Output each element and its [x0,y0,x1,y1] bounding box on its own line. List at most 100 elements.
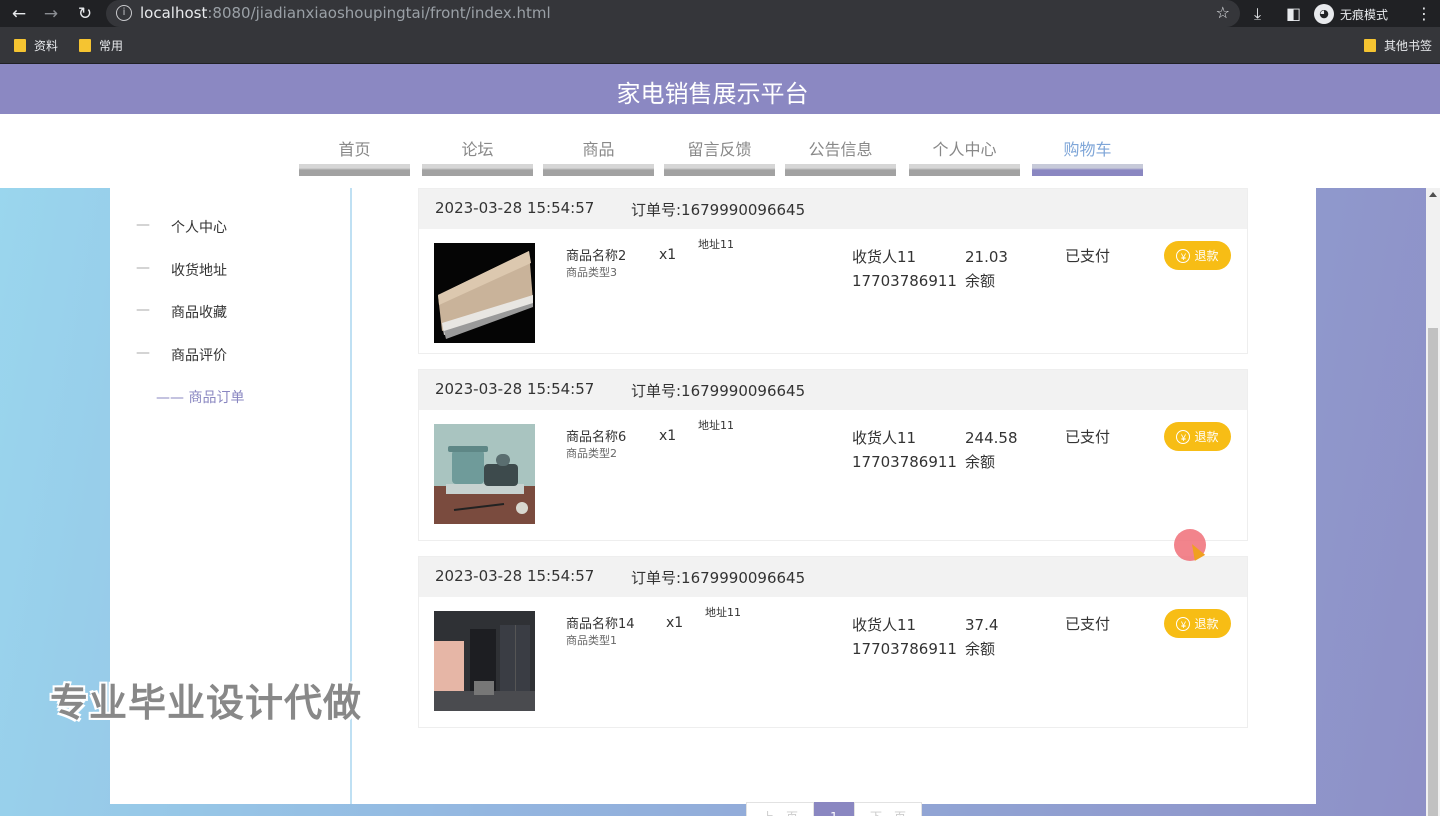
price: 37.4 [965,616,999,634]
nav-profile[interactable]: 个人中心 [909,114,1020,176]
sidepanel-icon[interactable]: ◧ [1286,3,1301,25]
order-card: 2023-03-28 15:54:57 订单号:1679990096645 商品… [418,369,1248,541]
page-number-button[interactable]: 1 [814,802,854,816]
nav-cart[interactable]: 购物车 [1032,114,1143,176]
bookmark-label: 常用 [99,39,124,53]
pay-method: 余额 [965,453,996,471]
order-status: 已支付 [1065,247,1111,265]
address-bar[interactable]: i localhost:8080/jiadianxiaoshoupingtai/… [106,0,1240,27]
site-title: 家电销售展示平台 [616,80,809,108]
dash-marker: — [136,217,150,233]
sidebar-item-label: 商品收藏 [171,305,227,321]
nav-label: 个人中心 [932,140,997,159]
receiver-info: 收货人11 17703786911 [852,426,957,474]
url-text: localhost:8080/jiadianxiaoshoupingtai/fr… [140,4,551,22]
menu-icon[interactable]: ⋮ [1416,3,1432,25]
product-name: 商品名称2 [566,249,627,264]
scrollbar-thumb[interactable] [1428,328,1438,816]
order-status: 已支付 [1065,615,1111,633]
pay-method: 余额 [965,272,996,290]
receiver-info: 收货人11 17703786911 [852,245,957,293]
reload-icon[interactable]: ↻ [74,3,96,25]
product-name: 商品名称14 [566,617,635,632]
nav-forum[interactable]: 论坛 [422,114,533,176]
scroll-up-arrow-icon[interactable] [1429,192,1437,197]
folder-icon [79,39,91,52]
back-icon[interactable]: ← [8,3,30,25]
download-icon[interactable]: ⤓ [1254,3,1261,25]
refund-button[interactable]: ¥ 退款 [1164,422,1231,451]
nav-underline [909,164,1020,176]
bookmark-star-icon[interactable]: ☆ [1216,3,1230,22]
browser-toolbar: ← → ↻ i localhost:8080/jiadianxiaoshoupi… [0,0,1440,27]
nav-notices[interactable]: 公告信息 [785,114,896,176]
order-time: 2023-03-28 15:54:57 [435,380,595,398]
price: 244.58 [965,429,1018,447]
refund-button[interactable]: ¥ 退款 [1164,241,1231,270]
dash-marker: — [136,260,150,276]
sidebar-item-label: 个人中心 [171,220,227,236]
receiver-phone: 17703786911 [852,640,957,658]
nav-underline [299,164,410,176]
nav-products[interactable]: 商品 [543,114,654,176]
other-bookmarks[interactable]: 其他书签 [1364,37,1432,54]
sidebar-item-favorites[interactable]: — 商品收藏 [110,302,350,326]
address: 地址11 [705,606,741,619]
site-info-icon[interactable]: i [116,5,132,21]
order-number: 订单号:1679990096645 [631,382,806,400]
nav-label: 商品 [582,140,615,159]
nav-label: 留言反馈 [687,140,752,159]
nav-label: 论坛 [461,140,494,159]
price-info: 21.03 余额 [965,245,1008,293]
nav-feedback[interactable]: 留言反馈 [664,114,775,176]
active-label: 商品订单 [188,390,245,406]
receiver-name: 收货人11 [852,429,917,447]
order-card: 2023-03-28 15:54:57 订单号:1679990096645 商品… [418,556,1248,728]
order-card: 2023-03-28 15:54:57 订单号:1679990096645 商品… [418,188,1248,354]
bookmark-folder[interactable]: 常用 [79,37,123,54]
prev-page-button[interactable]: 上一页 [746,802,814,816]
sidebar-item-address[interactable]: — 收货地址 [110,260,350,284]
refund-button[interactable]: ¥ 退款 [1164,609,1231,638]
sidebar-item-orders[interactable]: —— 商品订单 [110,387,350,411]
page-scrollbar[interactable] [1426,188,1440,816]
price-info: 244.58 余额 [965,426,1018,474]
folder-icon [14,39,26,52]
product-type: 商品类型1 [566,634,617,647]
nav-underline [422,164,533,176]
page-content: 家电销售展示平台 首页 论坛 商品 留言反馈 公告信息 个人中心 购物车 — 个人… [0,64,1440,816]
sidebar-item-reviews[interactable]: — 商品评价 [110,345,350,369]
sidebar-item-label: 商品评价 [171,348,227,364]
order-header: 2023-03-28 15:54:57 订单号:1679990096645 [419,370,1247,410]
incognito-indicator[interactable]: ◕ 无痕模式 [1314,3,1388,25]
dash-marker: — [136,302,150,318]
price-info: 37.4 余额 [965,613,998,661]
yen-icon: ¥ [1176,616,1191,631]
url-host: localhost [140,4,208,22]
product-name: 商品名称6 [566,430,627,445]
forward-icon[interactable]: → [40,3,62,25]
folder-icon [1364,39,1376,52]
nav-underline [543,164,654,176]
main-nav: 首页 论坛 商品 留言反馈 公告信息 个人中心 购物车 [0,114,1440,188]
quantity: x1 [659,247,677,263]
product-image-kitchen [434,611,535,711]
receiver-name: 收货人11 [852,616,917,634]
sidebar-item-profile[interactable]: — 个人中心 [110,217,350,241]
site-header: 家电销售展示平台 [0,64,1440,114]
nav-underline [1032,164,1143,176]
nav-home[interactable]: 首页 [299,114,410,176]
bookmark-label: 其他书签 [1384,39,1433,53]
address: 地址11 [698,419,734,432]
yen-icon: ¥ [1176,429,1191,444]
quantity: x1 [666,615,684,631]
order-header: 2023-03-28 15:54:57 订单号:1679990096645 [419,189,1247,229]
receiver-phone: 17703786911 [852,272,957,290]
product-image-air-conditioner [434,243,535,343]
order-time: 2023-03-28 15:54:57 [435,567,595,585]
order-number: 订单号:1679990096645 [631,569,806,587]
refund-label: 退款 [1194,249,1219,263]
url-path: :8080/jiadianxiaoshoupingtai/front/index… [207,4,551,22]
next-page-button[interactable]: 下一页 [854,802,922,816]
bookmark-folder[interactable]: 资料 [14,37,58,54]
